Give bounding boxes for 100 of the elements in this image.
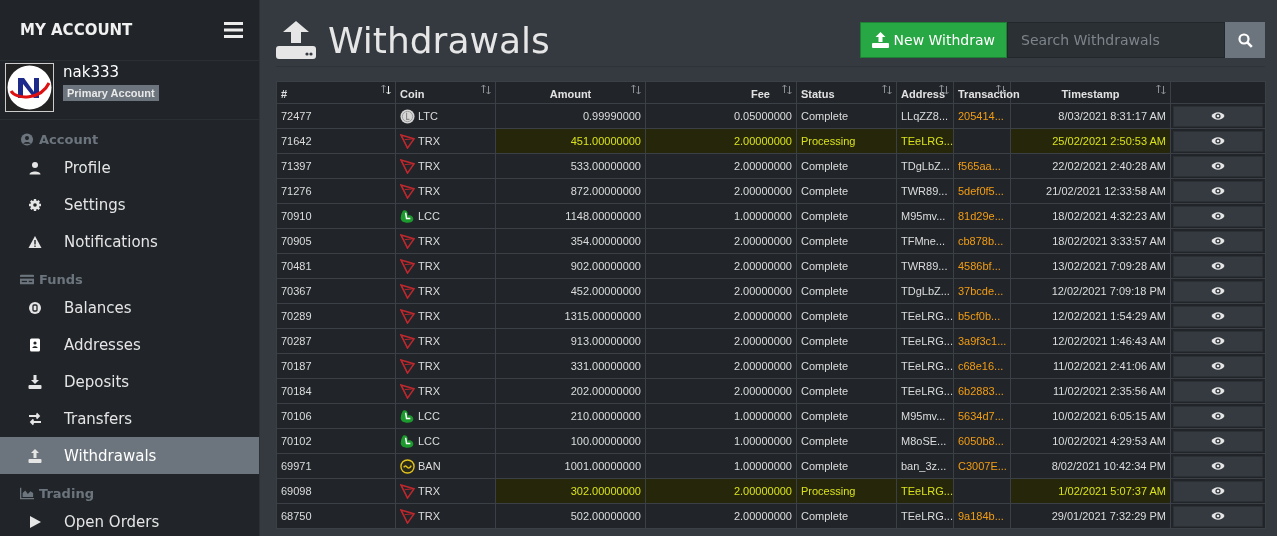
menu-icon[interactable] [224, 22, 243, 38]
table-cell: 2.00000000 [645, 228, 797, 254]
transaction-link[interactable]: 4586bf... [953, 253, 1011, 279]
table-cell: 451.00000000 [495, 128, 646, 154]
transaction-link[interactable]: c68e16... [953, 353, 1011, 379]
column-header[interactable]: Coin [400, 87, 425, 100]
view-button[interactable] [1173, 155, 1263, 177]
table-cell: TRX [418, 384, 440, 398]
view-button[interactable] [1173, 205, 1263, 227]
eye-icon [1211, 361, 1225, 371]
table-cell: Complete [796, 453, 897, 479]
table-cell: 8/03/2021 8:31:17 AM [1010, 103, 1171, 129]
sidebar-item[interactable]: Balances [0, 289, 259, 326]
table-cell: 71276 [276, 178, 396, 204]
sidebar-item[interactable]: Addresses [0, 326, 259, 363]
view-button[interactable] [1173, 380, 1263, 402]
table-cell: LCC [418, 434, 440, 448]
table-cell: 2.00000000 [645, 153, 797, 179]
transaction-link[interactable]: 3a9f3c1... [953, 328, 1011, 354]
table-cell: 12/02/2021 1:54:29 AM [1010, 303, 1171, 329]
search-icon [1237, 32, 1253, 48]
view-button[interactable] [1173, 405, 1263, 427]
transaction-link[interactable]: C3007E... [953, 453, 1011, 479]
table-cell: TDgLbZ... [896, 153, 954, 179]
warning-icon [28, 234, 42, 249]
transaction-link[interactable]: f565aa... [953, 153, 1011, 179]
table-cell: 1.00000000 [645, 453, 797, 479]
sidebar-item[interactable]: Transfers [0, 400, 259, 437]
view-button[interactable] [1173, 505, 1263, 527]
table-cell: 13/02/2021 7:09:28 AM [1010, 253, 1171, 279]
table-cell: 70905 [276, 228, 396, 254]
eye-icon [1211, 386, 1225, 396]
table-cell: 69971 [276, 453, 396, 479]
table-cell: 2.00000000 [645, 328, 797, 354]
transaction-link[interactable]: 5634d7... [953, 403, 1011, 429]
table-cell: 8/02/2021 10:42:34 PM [1010, 453, 1171, 479]
table-cell: 1.00000000 [645, 203, 797, 229]
username: nak333 [63, 63, 120, 81]
table-cell: 22/02/2021 2:40:28 AM [1010, 153, 1171, 179]
transaction-link[interactable]: 81d29e... [953, 203, 1011, 229]
table-cell: 69098 [276, 478, 396, 504]
view-button[interactable] [1173, 130, 1263, 152]
view-button[interactable] [1173, 480, 1263, 502]
sidebar-item[interactable]: Settings [0, 186, 259, 223]
transaction-link[interactable]: 9a184b... [953, 503, 1011, 529]
view-button[interactable] [1173, 180, 1263, 202]
table-cell: LCC [418, 209, 440, 223]
column-header[interactable]: # [281, 87, 288, 100]
table-cell: TDgLbZ... [896, 278, 954, 304]
coin-icon [28, 300, 42, 315]
avatar-icon [5, 63, 54, 112]
table-cell: 70102 [276, 428, 396, 454]
column-header[interactable]: Fee [751, 87, 770, 100]
table-cell: TRX [418, 159, 440, 173]
sidebar-item[interactable]: Profile [0, 149, 259, 186]
transaction-link[interactable]: 5def0f5... [953, 178, 1011, 204]
table-cell: 70106 [276, 403, 396, 429]
column-header[interactable]: Amount [549, 87, 592, 100]
view-button[interactable] [1173, 230, 1263, 252]
table-cell: Complete [796, 403, 897, 429]
column-header[interactable]: Transaction [958, 87, 1020, 100]
search-field[interactable]: Search Withdrawals [1007, 22, 1225, 58]
eye-icon [1211, 511, 1225, 521]
table-cell: Complete [796, 328, 897, 354]
transaction-link[interactable]: 6b2883... [953, 378, 1011, 404]
view-button[interactable] [1173, 455, 1263, 477]
section-heading: Account [39, 132, 99, 147]
view-button[interactable] [1173, 305, 1263, 327]
view-button[interactable] [1173, 355, 1263, 377]
table-cell: TRX [418, 259, 440, 273]
sidebar-item[interactable]: Withdrawals [0, 437, 259, 474]
table-cell: Complete [796, 203, 897, 229]
sidebar-item[interactable]: Open Orders [0, 503, 259, 536]
sidebar-item[interactable]: Deposits [0, 363, 259, 400]
table-cell: TWR89... [896, 253, 954, 279]
eye-icon [1211, 336, 1225, 346]
column-header[interactable]: Status [801, 87, 835, 100]
eye-icon [1211, 286, 1225, 296]
view-button[interactable] [1173, 430, 1263, 452]
table-cell: 100.00000000 [495, 428, 646, 454]
view-button[interactable] [1173, 330, 1263, 352]
transaction-link[interactable]: 37bcde... [953, 278, 1011, 304]
transaction-link[interactable]: b5cf0b... [953, 303, 1011, 329]
transaction-link[interactable]: 205414... [953, 103, 1011, 129]
transaction-link[interactable]: cb878b... [953, 228, 1011, 254]
eye-icon [1211, 236, 1225, 246]
table-cell: 0.05000000 [645, 103, 797, 129]
sidebar-item[interactable]: Notifications [0, 223, 259, 260]
search-button[interactable] [1225, 22, 1265, 58]
table-cell: 71397 [276, 153, 396, 179]
view-button[interactable] [1173, 280, 1263, 302]
table-cell: TRX [418, 134, 440, 148]
view-button[interactable] [1173, 255, 1263, 277]
play-icon [28, 514, 42, 529]
table-cell: 70187 [276, 353, 396, 379]
view-button[interactable] [1173, 105, 1263, 127]
transaction-link[interactable]: 6050b8... [953, 428, 1011, 454]
table-cell: 902.00000000 [495, 253, 646, 279]
table-cell: TEeLRG... [896, 303, 954, 329]
table-cell: 210.00000000 [495, 403, 646, 429]
